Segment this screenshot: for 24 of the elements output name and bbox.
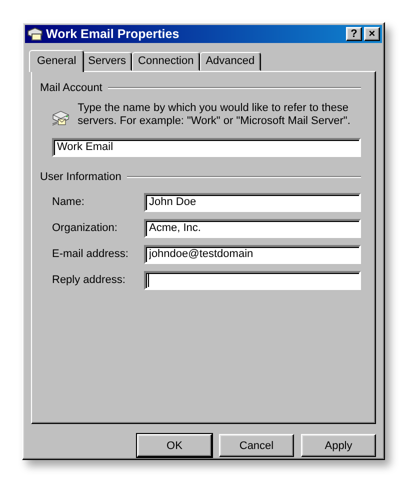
tab[interactable]: Servers — [82, 52, 132, 71]
dialog-button[interactable]: OK — [137, 434, 212, 457]
help-button[interactable]: ? — [346, 26, 362, 41]
group-heading: User Information — [40, 170, 122, 183]
field-label: E-mail address: — [52, 248, 130, 260]
field-label: Organization: — [52, 222, 118, 234]
account-name-field[interactable]: Work Email — [52, 138, 361, 157]
mail-server-icon — [27, 26, 43, 41]
text-field[interactable]: Acme, Inc. — [144, 218, 361, 238]
text-field[interactable]: johndoe@testdomain — [144, 244, 361, 264]
description-text: Type the name by which you would like to refer to these servers. For example: "Work" or "Microsoft Mail Server". — [78, 102, 352, 129]
text-cursor — [148, 274, 149, 287]
window-title: Work Email Properties — [46, 26, 180, 41]
field-label: Reply address: — [52, 274, 126, 286]
tab[interactable]: General — [29, 50, 84, 72]
tab[interactable]: Advanced — [200, 52, 261, 71]
close-button[interactable]: × — [364, 26, 380, 41]
group-heading: Mail Account — [40, 82, 102, 94]
dialog-button[interactable]: Cancel — [219, 434, 294, 457]
text-field[interactable]: John Doe — [144, 192, 361, 212]
tab[interactable]: Connection — [132, 52, 200, 71]
text-field[interactable] — [144, 270, 361, 290]
dialog-button[interactable]: Apply — [301, 434, 376, 457]
field-label: Name: — [52, 196, 86, 208]
